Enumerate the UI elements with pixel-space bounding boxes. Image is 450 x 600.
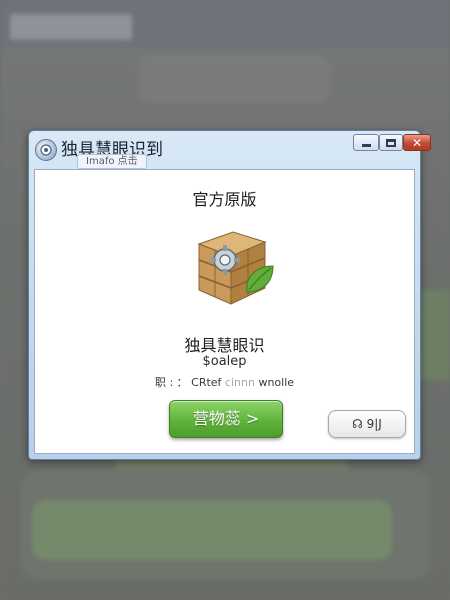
meta-value: CRtef	[191, 376, 222, 389]
product-meta: 职 : ： CRtef cinnn wnolle	[35, 374, 414, 390]
close-button[interactable]: ✕	[403, 134, 431, 151]
maximize-icon	[386, 138, 396, 147]
app-logo-icon	[35, 139, 57, 161]
maximize-button[interactable]	[379, 134, 403, 151]
background-green-button	[32, 500, 392, 560]
meta-label: 职 : ：	[154, 376, 188, 389]
dialog-heading: 官方原版	[192, 190, 257, 209]
window-titlebar[interactable]: 独具慧眼识到 Imafo 点击 ✕	[29, 131, 431, 169]
background-header	[0, 0, 450, 48]
product-version: $oalep	[202, 354, 247, 369]
window-subtitle: Imafo 点击	[77, 154, 147, 169]
minimize-button[interactable]	[353, 134, 379, 151]
background-badge	[10, 14, 132, 40]
dialog-window: 独具慧眼识到 Imafo 点击 ✕ 官方原版 独具慧眼识 $oalep 职: …	[28, 130, 431, 460]
product-name: 独具慧眼识	[184, 336, 265, 355]
close-icon: ✕	[411, 135, 423, 150]
secondary-action-button[interactable]: ☊ 9|J	[328, 410, 406, 438]
primary-action-button[interactable]: 营物蕊 >	[169, 400, 283, 438]
background-title-blur	[140, 55, 330, 103]
dialog-content: 官方原版 独具慧眼识 $oalep 职: ： CRtef cinnn wnol…	[34, 169, 415, 454]
meta-tail: wnolle	[258, 376, 295, 389]
minimize-icon	[361, 144, 371, 147]
meta-faded-text: cinnn	[224, 376, 255, 389]
wooden-crate-icon	[185, 226, 277, 314]
